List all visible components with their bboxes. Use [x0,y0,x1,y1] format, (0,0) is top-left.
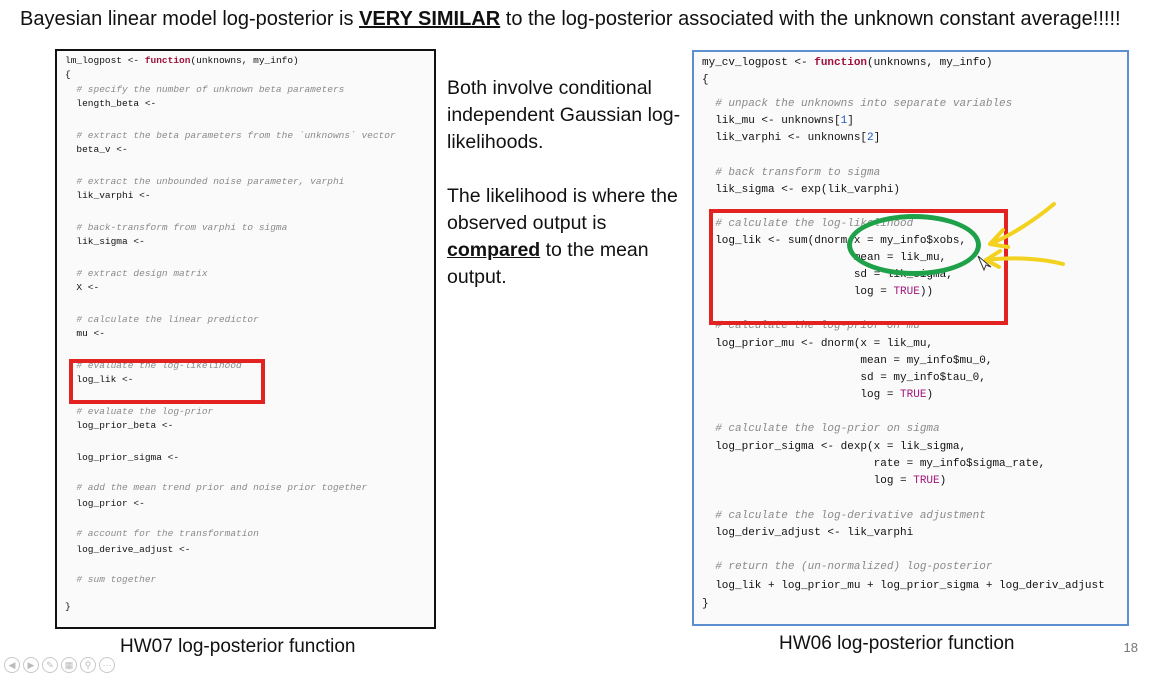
zoom-icon[interactable]: ⚲ [80,657,96,673]
hw06-code-line: log_lik + log_prior_mu + log_prior_sigma… [702,580,1105,592]
hw07-code-line: beta_v <- [65,144,128,155]
hw07-code-line: lik_sigma <- [65,236,145,247]
hw06-code-line: sd = my_info$tau_0, [702,372,986,384]
presentation-nav: ◀ ▶ ✎ ▦ ⚲ ⋯ [4,657,115,673]
hw07-code-line: lm_logpost <- function(unknowns, my_info… [65,55,299,66]
log-lik-highlight-box [69,359,265,404]
hw07-code-line: # extract the beta parameters from the `… [65,130,396,141]
hw07-code-line: X <- [65,282,100,293]
hw07-code-line: mu <- [65,328,105,339]
pen-icon[interactable]: ✎ [42,657,58,673]
hw07-code-line: # evaluate the log-prior [65,406,214,417]
hw07-code-line: log_prior <- [65,498,145,509]
hw07-code-line: log_prior_beta <- [65,420,174,431]
hw06-code-line: } [702,598,709,610]
hw07-code-line: # account for the transformation [65,528,259,539]
hw06-code-line: mean = my_info$mu_0, [702,355,993,367]
hw06-code-line: # return the (un-normalized) log-posteri… [702,561,993,573]
xobs-mean-circle [847,214,981,276]
hw06-code-line: lik_sigma <- exp(lik_varphi) [702,184,901,196]
hw06-code-line: log_prior_sigma <- dexp(x = lik_sigma, [702,441,967,453]
hw06-code-line: # calculate the log-prior on sigma [702,423,940,435]
hw06-code-line: log_prior_mu <- dnorm(x = lik_mu, [702,338,934,350]
hw06-code-line: lik_varphi <- unknowns[2] [702,132,881,144]
hw06-code-line: log_deriv_adjust <- lik_varphi [702,527,914,539]
back-icon[interactable]: ◀ [4,657,20,673]
hw06-code-line: log = TRUE) [702,475,947,487]
hw06-code-line: # unpack the unknowns into separate vari… [702,98,1013,110]
hw07-code-line: lik_varphi <- [65,190,151,201]
hw06-code-line: # calculate the log-derivative adjustmen… [702,510,986,522]
slides-icon[interactable]: ▦ [61,657,77,673]
hw07-code-line: # specify the number of unknown beta par… [65,84,345,95]
hw06-caption: HW06 log-posterior function [779,633,1015,654]
title-text-2: to the log-posterior associated with the… [500,8,1121,30]
hw07-code-line: # sum together [65,574,157,585]
para2-text-a: The likelihood is where the observed out… [447,185,678,234]
hw06-code-line: # back transform to sigma [702,167,881,179]
hw06-code-panel: my_cv_logpost <- function(unknowns, my_i… [692,50,1129,626]
hw06-code-line: log = TRUE) [702,389,934,401]
hw06-code-line: my_cv_logpost <- function(unknowns, my_i… [702,57,993,69]
hw07-code-line: length_beta <- [65,98,157,109]
hw07-code-line: # extract the unbounded noise parameter,… [65,176,345,187]
hw07-code-line: log_prior_sigma <- [65,452,180,463]
hw07-code-line: # extract design matrix [65,268,208,279]
hw07-code-line: log_derive_adjust <- [65,544,191,555]
hw07-code-line: } [65,601,71,612]
slide-number: 18 [1123,640,1138,655]
hw06-code-line: { [702,74,709,86]
explanation-para-1: Both involve conditional independent Gau… [447,77,681,153]
more-icon[interactable]: ⋯ [99,657,115,673]
hw07-caption: HW07 log-posterior function [120,636,356,657]
hw06-code-line: rate = my_info$sigma_rate, [702,458,1046,470]
hw06-code: my_cv_logpost <- function(unknowns, my_i… [694,52,1127,624]
slide-title: Bayesian linear model log-posterior is V… [20,8,1121,31]
hw07-code-panel: lm_logpost <- function(unknowns, my_info… [55,49,436,629]
hw07-code: lm_logpost <- function(unknowns, my_info… [57,51,434,627]
hw07-code-line: # calculate the linear predictor [65,314,259,325]
para2-compared: compared [447,239,541,261]
hw06-code-line: lik_mu <- unknowns[1] [702,115,854,127]
hw07-code-line: { [65,69,71,80]
hw07-code-line: # back-transform from varphi to sigma [65,222,288,233]
title-text-1: Bayesian linear model log-posterior is [20,8,360,30]
explanation-para-2: The likelihood is where the observed out… [447,183,687,291]
title-highlight: VERY SIMILAR [359,8,501,30]
forward-icon[interactable]: ▶ [23,657,39,673]
hw07-code-line: # add the mean trend prior and noise pri… [65,482,368,493]
